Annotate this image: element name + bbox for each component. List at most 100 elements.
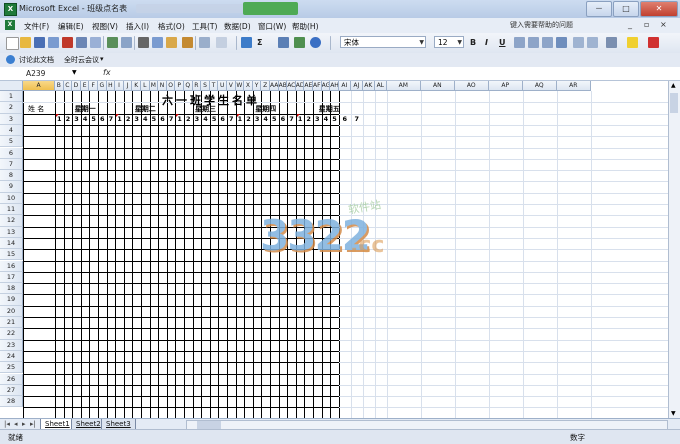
chevron-down-icon[interactable]: ▾ [100, 55, 104, 63]
row-header-24[interactable]: 24 [0, 350, 23, 363]
font-color-icon[interactable] [648, 37, 659, 48]
column-header-z[interactable]: Z [261, 81, 270, 91]
cloud-meeting-button[interactable]: 全时云会议 [64, 55, 99, 65]
row-header-23[interactable]: 23 [0, 339, 23, 351]
period-number[interactable]: 4 [201, 115, 210, 123]
column-header-m[interactable]: M [149, 81, 159, 91]
copy-icon[interactable] [152, 37, 163, 48]
column-header-f[interactable]: F [89, 81, 98, 91]
green-banner-button[interactable] [243, 2, 298, 15]
hyperlink-icon[interactable] [241, 37, 252, 48]
help-search-input[interactable]: 键入需要帮助的问题 [508, 20, 620, 31]
maximize-button[interactable]: □ [613, 1, 639, 17]
menu-data[interactable]: 数据(D) [224, 21, 251, 32]
column-header-l[interactable]: L [141, 81, 150, 91]
column-header-w[interactable]: W [235, 81, 245, 91]
row-header-12[interactable]: 12 [0, 215, 23, 227]
column-header-a[interactable]: A [23, 81, 55, 91]
period-number[interactable]: 6 [158, 115, 167, 123]
print-preview-icon[interactable] [90, 37, 101, 48]
comment-indicator-icon[interactable] [56, 114, 59, 117]
menu-window[interactable]: 窗口(W) [258, 21, 286, 32]
spelling-icon[interactable] [107, 37, 118, 48]
row-header-15[interactable]: 15 [0, 249, 23, 261]
font-name-select[interactable]: 宋体 ▼ [340, 36, 426, 48]
menu-tools[interactable]: 工具(T) [192, 21, 217, 32]
comment-indicator-icon[interactable] [116, 114, 120, 117]
permission-icon[interactable] [48, 37, 59, 48]
name-column-header[interactable]: 姓 名 [28, 104, 44, 114]
column-header-ak[interactable]: AK [362, 81, 375, 91]
cut-icon[interactable] [138, 37, 149, 48]
period-number[interactable]: 4 [261, 115, 270, 123]
menu-view[interactable]: 视图(V) [92, 21, 118, 32]
row-header-22[interactable]: 22 [0, 328, 23, 340]
row-header-16[interactable]: 16 [0, 260, 23, 272]
save-icon[interactable] [34, 37, 45, 48]
column-header-af[interactable]: AF [313, 81, 322, 91]
row-header-20[interactable]: 20 [0, 305, 23, 317]
minimize-button[interactable]: － [586, 1, 612, 17]
row-header-13[interactable]: 13 [0, 226, 23, 238]
menu-help[interactable]: 帮助(H) [292, 21, 319, 32]
align-center-icon[interactable] [528, 37, 539, 48]
name-box[interactable]: A239 [1, 68, 81, 79]
period-number[interactable]: 6 [279, 115, 288, 123]
period-number[interactable]: 2 [184, 115, 193, 123]
doc-minimize-icon[interactable]: _ [628, 20, 632, 29]
period-number[interactable]: 5 [89, 115, 98, 123]
weekday-header[interactable]: 星期三 [175, 104, 235, 114]
column-header-g[interactable]: G [98, 81, 107, 91]
column-header-an[interactable]: AN [420, 81, 455, 91]
autosum-icon[interactable]: Σ [257, 38, 262, 47]
next-sheet-icon[interactable]: ▸ [22, 420, 26, 428]
chevron-down-icon[interactable]: ▼ [72, 69, 77, 76]
period-number[interactable]: 2 [64, 115, 73, 123]
column-header-ah[interactable]: AH [330, 81, 339, 91]
menu-edit[interactable]: 编辑(E) [58, 21, 84, 32]
scroll-up-icon[interactable]: ▲ [671, 82, 676, 89]
italic-button[interactable]: I [485, 38, 488, 47]
new-file-icon[interactable] [6, 37, 19, 50]
row-header-27[interactable]: 27 [0, 384, 23, 397]
open-folder-icon[interactable] [20, 37, 31, 48]
row-header-2[interactable]: 2 [0, 102, 23, 114]
menu-insert[interactable]: 插入(I) [126, 21, 149, 32]
column-header-ai[interactable]: AI [338, 81, 351, 91]
row-header-18[interactable]: 18 [0, 283, 23, 295]
row-header-25[interactable]: 25 [0, 362, 23, 374]
help-icon[interactable] [310, 37, 321, 48]
decrease-indent-icon[interactable] [587, 37, 598, 48]
period-number[interactable]: 7 [227, 115, 236, 123]
comment-indicator-icon[interactable] [296, 114, 300, 117]
column-header-e[interactable]: E [80, 81, 90, 91]
row-header-4[interactable]: 4 [0, 124, 23, 137]
chart-wizard-icon[interactable] [294, 37, 305, 48]
bold-button[interactable]: B [470, 38, 476, 47]
vertical-scrollbar[interactable]: ▲ ▼ [668, 81, 680, 418]
column-header-j[interactable]: J [123, 81, 133, 91]
column-header-am[interactable]: AM [386, 81, 421, 91]
column-header-ae[interactable]: AE [304, 81, 313, 91]
format-painter-icon[interactable] [182, 37, 193, 48]
period-number[interactable]: 7 [287, 115, 296, 123]
period-number[interactable]: 2 [304, 115, 313, 123]
period-number[interactable]: 3 [193, 115, 202, 123]
column-header-t[interactable]: T [209, 81, 219, 91]
period-number[interactable]: 6 [339, 115, 351, 123]
scroll-down-icon[interactable]: ▼ [671, 410, 676, 417]
column-header-u[interactable]: U [218, 81, 227, 91]
column-header-ap[interactable]: AP [488, 81, 523, 91]
comment-indicator-icon[interactable] [236, 114, 240, 117]
discuss-document-button[interactable]: 讨论此文档 [19, 55, 54, 65]
row-header-5[interactable]: 5 [0, 136, 23, 148]
period-number[interactable]: 4 [81, 115, 90, 123]
weekday-header[interactable]: 星期一 [55, 104, 115, 114]
row-header-17[interactable]: 17 [0, 271, 23, 284]
column-header-aj[interactable]: AJ [350, 81, 363, 91]
comment-indicator-icon[interactable] [176, 114, 180, 117]
row-header-21[interactable]: 21 [0, 317, 23, 329]
period-number[interactable]: 3 [72, 115, 81, 123]
period-number[interactable]: 7 [351, 115, 363, 123]
column-header-ac[interactable]: AC [287, 81, 296, 91]
